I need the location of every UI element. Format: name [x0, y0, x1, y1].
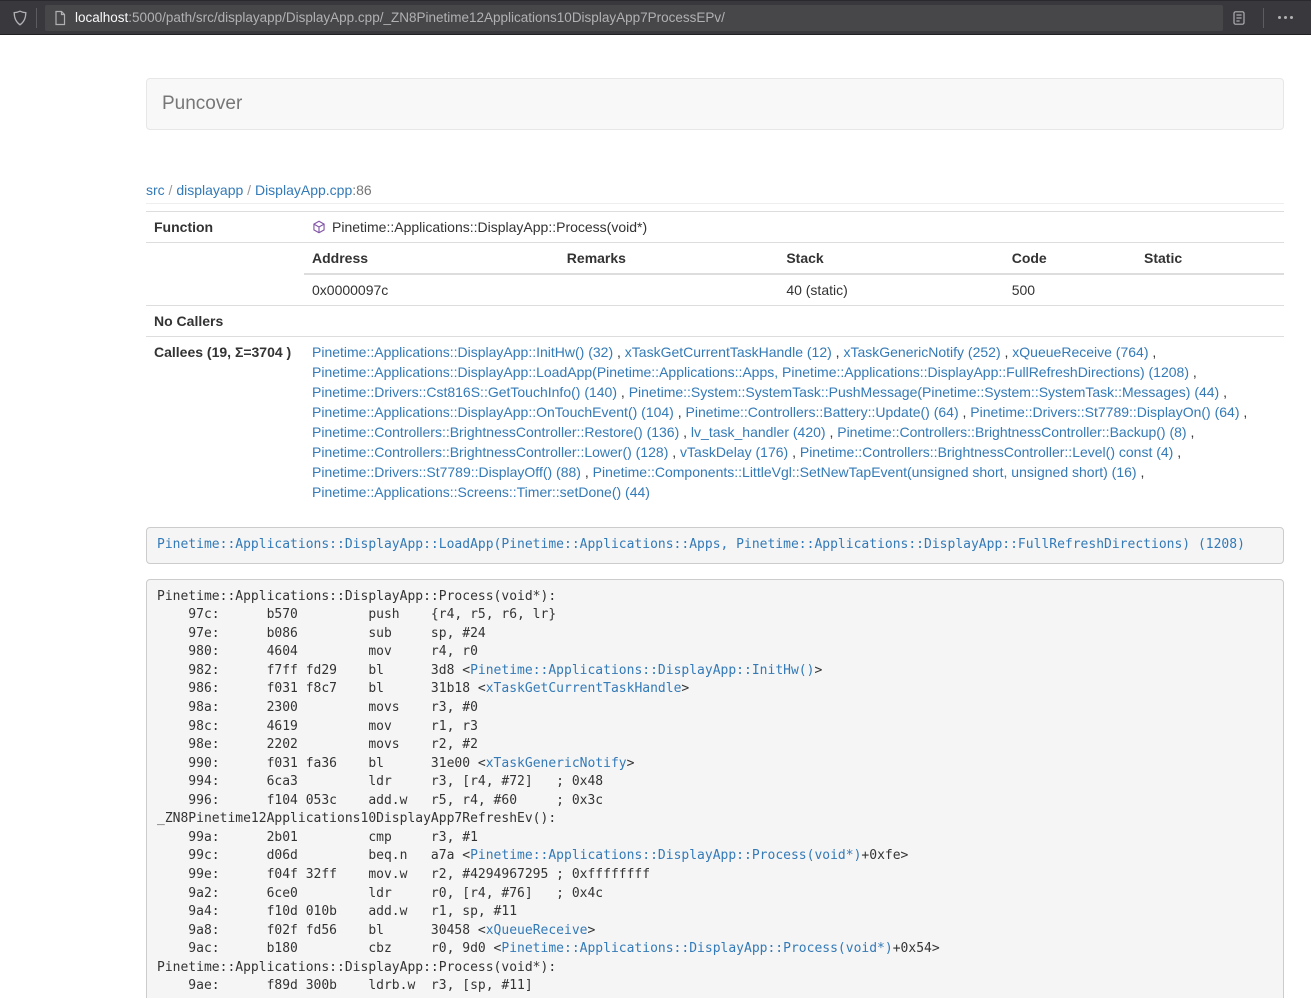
callee-link[interactable]: xQueueReceive (764) [1012, 344, 1148, 360]
address-value: 0x0000097c [304, 274, 559, 305]
breadcrumb-line-number: :86 [352, 182, 371, 198]
callee-separator: , [1001, 344, 1013, 360]
callee-link[interactable]: Pinetime::Components::LittleVgl::SetNewT… [593, 464, 1137, 480]
callee-link[interactable]: vTaskDelay (176) [680, 444, 788, 460]
callee-link[interactable]: Pinetime::Controllers::BrightnessControl… [800, 444, 1173, 460]
callees-row: Callees (19, Σ=3704 ) Pinetime::Applicat… [146, 337, 1284, 508]
stack-value: 40 (static) [778, 274, 1003, 305]
page-icon [53, 10, 67, 26]
callee-separator: , [617, 384, 629, 400]
shield-icon[interactable] [12, 10, 28, 26]
callees-list: Pinetime::Applications::DisplayApp::Init… [304, 337, 1284, 508]
callee-separator: , [1189, 364, 1197, 380]
callee-separator: , [668, 444, 680, 460]
callee-link[interactable]: Pinetime::Applications::DisplayApp::OnTo… [312, 404, 674, 420]
breadcrumb-link-displayapp-cpp[interactable]: DisplayApp.cpp [255, 182, 352, 198]
highlighted-callee-link[interactable]: Pinetime::Applications::DisplayApp::Load… [157, 537, 1245, 552]
callee-link[interactable]: Pinetime::Applications::DisplayApp::Init… [312, 344, 613, 360]
url-text: localhost:5000/path/src/displayapp/Displ… [75, 10, 725, 25]
breadcrumb-divider [146, 203, 1284, 204]
callee-separator: , [613, 344, 625, 360]
callee-separator: , [679, 424, 691, 440]
callee-link[interactable]: Pinetime::Drivers::St7789::DisplayOff() … [312, 464, 581, 480]
breadcrumb-link-src[interactable]: src [146, 182, 165, 198]
function-name: Pinetime::Applications::DisplayApp::Proc… [332, 217, 647, 237]
disassembly-symbol-link[interactable]: Pinetime::Applications::DisplayApp::Init… [470, 663, 814, 678]
no-callers-row: No Callers [146, 306, 1284, 337]
callee-separator: , [959, 404, 971, 420]
code-value: 500 [1004, 274, 1136, 305]
url-host: localhost [75, 10, 128, 25]
page-actions-icon[interactable] [1272, 16, 1299, 19]
callee-separator: , [1219, 384, 1227, 400]
callee-separator: , [1137, 464, 1145, 480]
titlebar-divider [36, 8, 37, 28]
callee-separator: , [1187, 424, 1195, 440]
disassembly-symbol-link[interactable]: xQueueReceive [486, 923, 588, 938]
browser-titlebar: localhost:5000/path/src/displayapp/Displ… [0, 0, 1311, 35]
callee-separator: , [788, 444, 800, 460]
function-table: Function Pinetime::Applications::Display… [146, 211, 1284, 507]
column-header-code: Code [1004, 243, 1136, 274]
no-callers-label: No Callers [146, 306, 304, 337]
callee-link[interactable]: Pinetime::System::SystemTask::PushMessag… [629, 384, 1220, 400]
disassembly-symbol-link[interactable]: Pinetime::Applications::DisplayApp::Proc… [470, 848, 861, 863]
static-value [1136, 274, 1284, 305]
titlebar-divider-2 [1263, 8, 1264, 28]
callee-link[interactable]: lv_task_handler (420) [691, 424, 826, 440]
disassembly-symbol-link[interactable]: Pinetime::Applications::DisplayApp::Proc… [501, 941, 892, 956]
package-cube-icon [312, 220, 326, 234]
callee-separator: , [1173, 444, 1181, 460]
callee-link[interactable]: Pinetime::Controllers::Battery::Update()… [686, 404, 959, 420]
callee-link[interactable]: xTaskGenericNotify (252) [843, 344, 1000, 360]
app-navbar: Puncover [146, 78, 1284, 130]
callee-link[interactable]: xTaskGetCurrentTaskHandle (12) [625, 344, 832, 360]
callee-separator: , [1240, 404, 1248, 420]
breadcrumb-separator: / [243, 182, 255, 198]
highlighted-callee-box: Pinetime::Applications::DisplayApp::Load… [146, 527, 1284, 564]
callee-link[interactable]: Pinetime::Applications::Screens::Timer::… [312, 484, 650, 500]
callee-separator: , [674, 404, 686, 420]
breadcrumb: src / displayapp / DisplayApp.cpp:86 [146, 180, 1284, 200]
remarks-value [559, 274, 779, 305]
page-container: Puncover src / displayapp / DisplayApp.c… [146, 78, 1284, 998]
function-label: Function [146, 212, 304, 243]
callee-link[interactable]: Pinetime::Applications::DisplayApp::Load… [312, 364, 1189, 380]
url-bar[interactable]: localhost:5000/path/src/displayapp/Displ… [45, 5, 1223, 31]
function-row: Function Pinetime::Applications::Display… [146, 212, 1284, 243]
callee-link[interactable]: Pinetime::Controllers::BrightnessControl… [312, 444, 668, 460]
disassembly-symbol-link[interactable]: xTaskGenericNotify [486, 756, 627, 771]
callee-separator: , [826, 424, 838, 440]
column-header-address: Address [304, 243, 559, 274]
callee-separator: , [832, 344, 844, 360]
callee-separator: , [1148, 344, 1156, 360]
callee-link[interactable]: Pinetime::Controllers::BrightnessControl… [837, 424, 1186, 440]
callee-link[interactable]: Pinetime::Drivers::St7789::DisplayOn() (… [970, 404, 1239, 420]
app-brand-link[interactable]: Puncover [162, 93, 242, 115]
column-header-stack: Stack [778, 243, 1003, 274]
url-path: :5000/path/src/displayapp/DisplayApp.cpp… [128, 10, 725, 25]
callee-separator: , [581, 464, 593, 480]
stats-header-row: AddressRemarksStackCodeStatic [304, 243, 1284, 274]
stats-values-row: 0x0000097c 40 (static) 500 [304, 274, 1284, 305]
disassembly-symbol-link[interactable]: xTaskGetCurrentTaskHandle [486, 681, 682, 696]
stats-row: AddressRemarksStackCodeStatic 0x0000097c… [146, 243, 1284, 306]
column-header-static: Static [1136, 243, 1284, 274]
breadcrumb-link-displayapp[interactable]: displayapp [176, 182, 243, 198]
callees-label: Callees (19, Σ=3704 ) [146, 337, 304, 508]
breadcrumb-separator: / [165, 182, 177, 198]
callee-link[interactable]: Pinetime::Controllers::BrightnessControl… [312, 424, 679, 440]
callee-link[interactable]: Pinetime::Drivers::Cst816S::GetTouchInfo… [312, 384, 617, 400]
reader-mode-icon[interactable] [1231, 10, 1247, 26]
column-header-remarks: Remarks [559, 243, 779, 274]
stats-inner-table: AddressRemarksStackCodeStatic 0x0000097c… [304, 243, 1284, 305]
disassembly-listing: Pinetime::Applications::DisplayApp::Proc… [146, 579, 1284, 998]
